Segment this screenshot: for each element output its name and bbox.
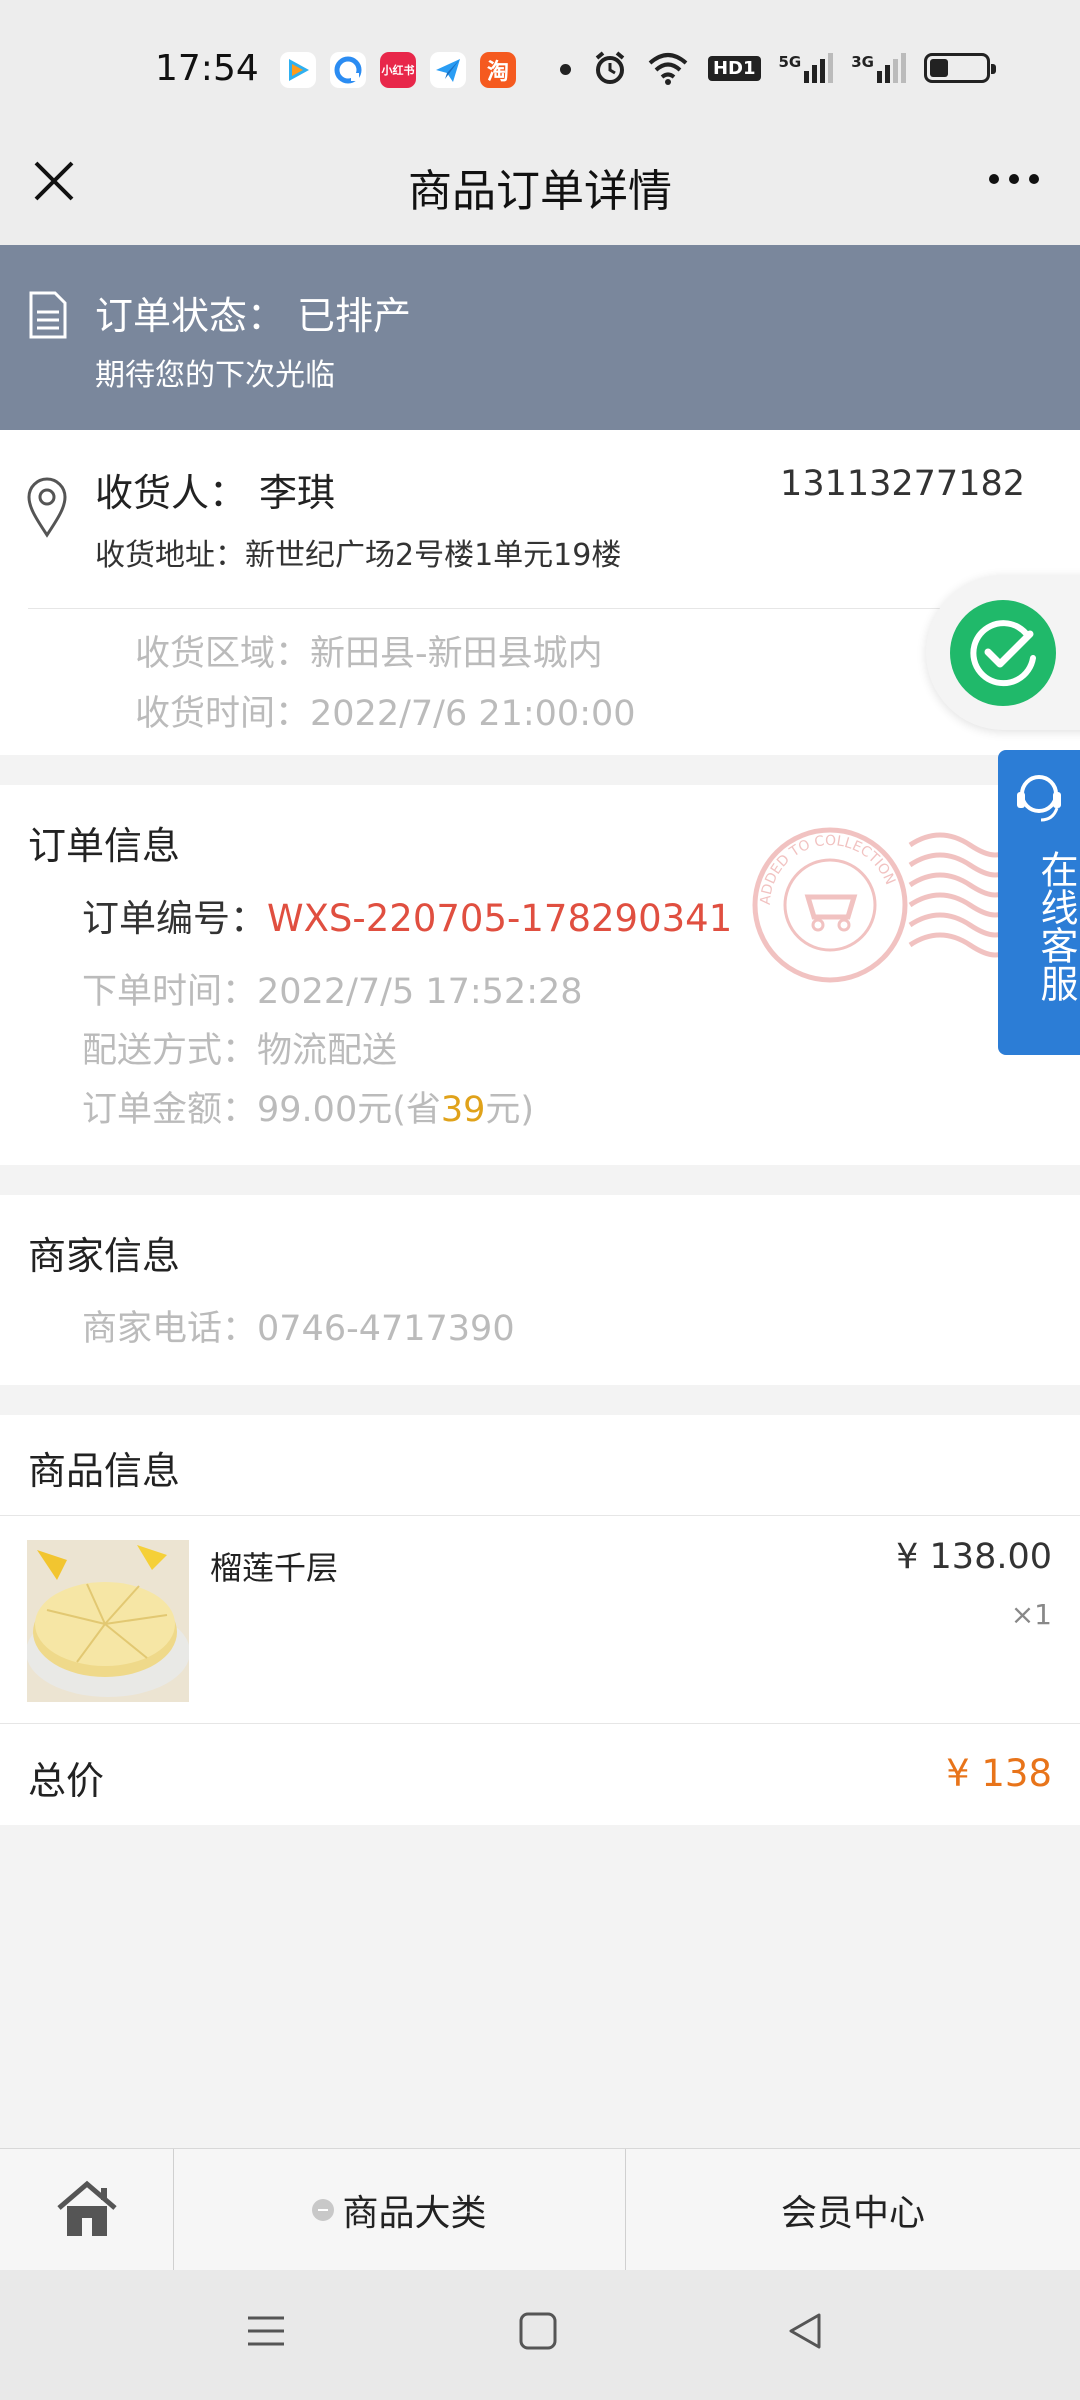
location-pin-icon [27, 477, 67, 538]
paper-plane-icon [430, 52, 466, 88]
divider [0, 1723, 1080, 1724]
receiver-time: 收货时间：2022/7/6 21:00:00 [135, 694, 636, 734]
signal-3g-icon: 3G [851, 53, 906, 83]
more-icon[interactable] [986, 158, 1042, 188]
taobao-icon: 淘 [480, 52, 516, 88]
category-icon [312, 2198, 335, 2221]
receiver-name: 收货人： 李琪 [95, 471, 336, 515]
order-status: 订单状态： 已排产 [95, 294, 412, 338]
delivery-method: 配送方式：物流配送 [82, 1031, 398, 1071]
system-navigation-bar [0, 2270, 1080, 2400]
order-status-banner: 订单状态： 已排产 期待您的下次光临 [0, 245, 1080, 430]
order-number: 订单编号：WXS-220705-178290341 [82, 897, 733, 940]
order-amount: 订单金额：99.00元(省39元) [82, 1090, 535, 1130]
product-price: ¥ 138.00 [896, 1537, 1052, 1577]
check-circle-icon [950, 600, 1056, 706]
tab-home[interactable] [0, 2149, 174, 2270]
notification-apps: 小红书 淘 [280, 52, 516, 88]
xiaohongshu-icon: 小红书 [380, 52, 416, 88]
divider [0, 1515, 1080, 1516]
receiver-card: 收货人： 李琪 13113277182 收货地址：新世纪广场2号楼1单元19楼 收… [0, 430, 1080, 755]
headset-icon [1017, 775, 1061, 822]
wifi-icon [648, 53, 688, 85]
document-icon [29, 291, 67, 339]
order-info-title: 订单信息 [28, 824, 181, 868]
order-status-value: 已排产 [297, 294, 412, 338]
collection-stamp-icon: ADDED TO COLLECTION [752, 827, 1010, 983]
goods-info-card: 商品信息 榴莲千层 ¥ 138.00 ×1 总价 ¥ 138 [0, 1415, 1080, 1825]
divider [28, 608, 1080, 609]
total-price: ¥ 138 [946, 1752, 1052, 1795]
order-created-time: 下单时间：2022/7/5 17:52:28 [82, 972, 583, 1012]
merchant-phone[interactable]: 商家电话：0746-4717390 [82, 1300, 515, 1351]
back-icon[interactable] [785, 2310, 827, 2352]
online-service-label: 在线客服 [1034, 850, 1078, 1002]
status-bar: 17:54 小红书 淘 HD1 5G 3G [0, 0, 1080, 140]
tencent-video-icon [280, 52, 316, 88]
receiver-phone[interactable]: 13113277182 [780, 464, 1025, 504]
product-image[interactable] [27, 1540, 189, 1702]
navigation-bar: 商品订单详情 [0, 120, 1080, 245]
notification-dot [560, 64, 571, 75]
merchant-info-title: 商家信息 [28, 1234, 181, 1278]
product-quantity: ×1 [1010, 1598, 1052, 1631]
tab-member-center[interactable]: 会员中心 [626, 2149, 1080, 2270]
status-time: 17:54 [155, 48, 259, 89]
status-indicators: HD1 5G 3G [592, 50, 996, 86]
receiver-address: 收货地址：新世纪广场2号楼1单元19楼 [95, 538, 622, 573]
floating-check-button[interactable] [926, 575, 1080, 730]
product-name[interactable]: 榴莲千层 [210, 1543, 338, 1589]
online-service-button[interactable]: 在线客服 [998, 750, 1080, 1055]
browser-icon [330, 52, 366, 88]
home-icon [56, 2180, 117, 2236]
saved-amount: 39 [440, 1090, 486, 1130]
signal-5g-icon: 5G [779, 53, 834, 83]
battery-icon [924, 53, 996, 83]
page-title: 商品订单详情 [408, 166, 672, 217]
receiver-area: 收货区域：新田县-新田县城内 [135, 634, 603, 674]
hd-icon: HD1 [707, 55, 761, 81]
alarm-icon [595, 51, 625, 84]
total-label: 总价 [28, 1759, 105, 1803]
goods-info-title: 商品信息 [28, 1449, 181, 1493]
merchant-info-card: 商家信息 商家电话：0746-4717390 [0, 1195, 1080, 1385]
menu-icon[interactable] [245, 2310, 287, 2352]
order-info-card: ADDED TO COLLECTION 订单信息 订单编号：WXS-220705… [0, 785, 1080, 1165]
tab-category[interactable]: 商品大类 [174, 2149, 626, 2270]
order-status-message: 期待您的下次光临 [95, 358, 335, 393]
home-square-icon[interactable] [517, 2310, 559, 2352]
bottom-tab-bar: 商品大类 会员中心 [0, 2148, 1080, 2270]
